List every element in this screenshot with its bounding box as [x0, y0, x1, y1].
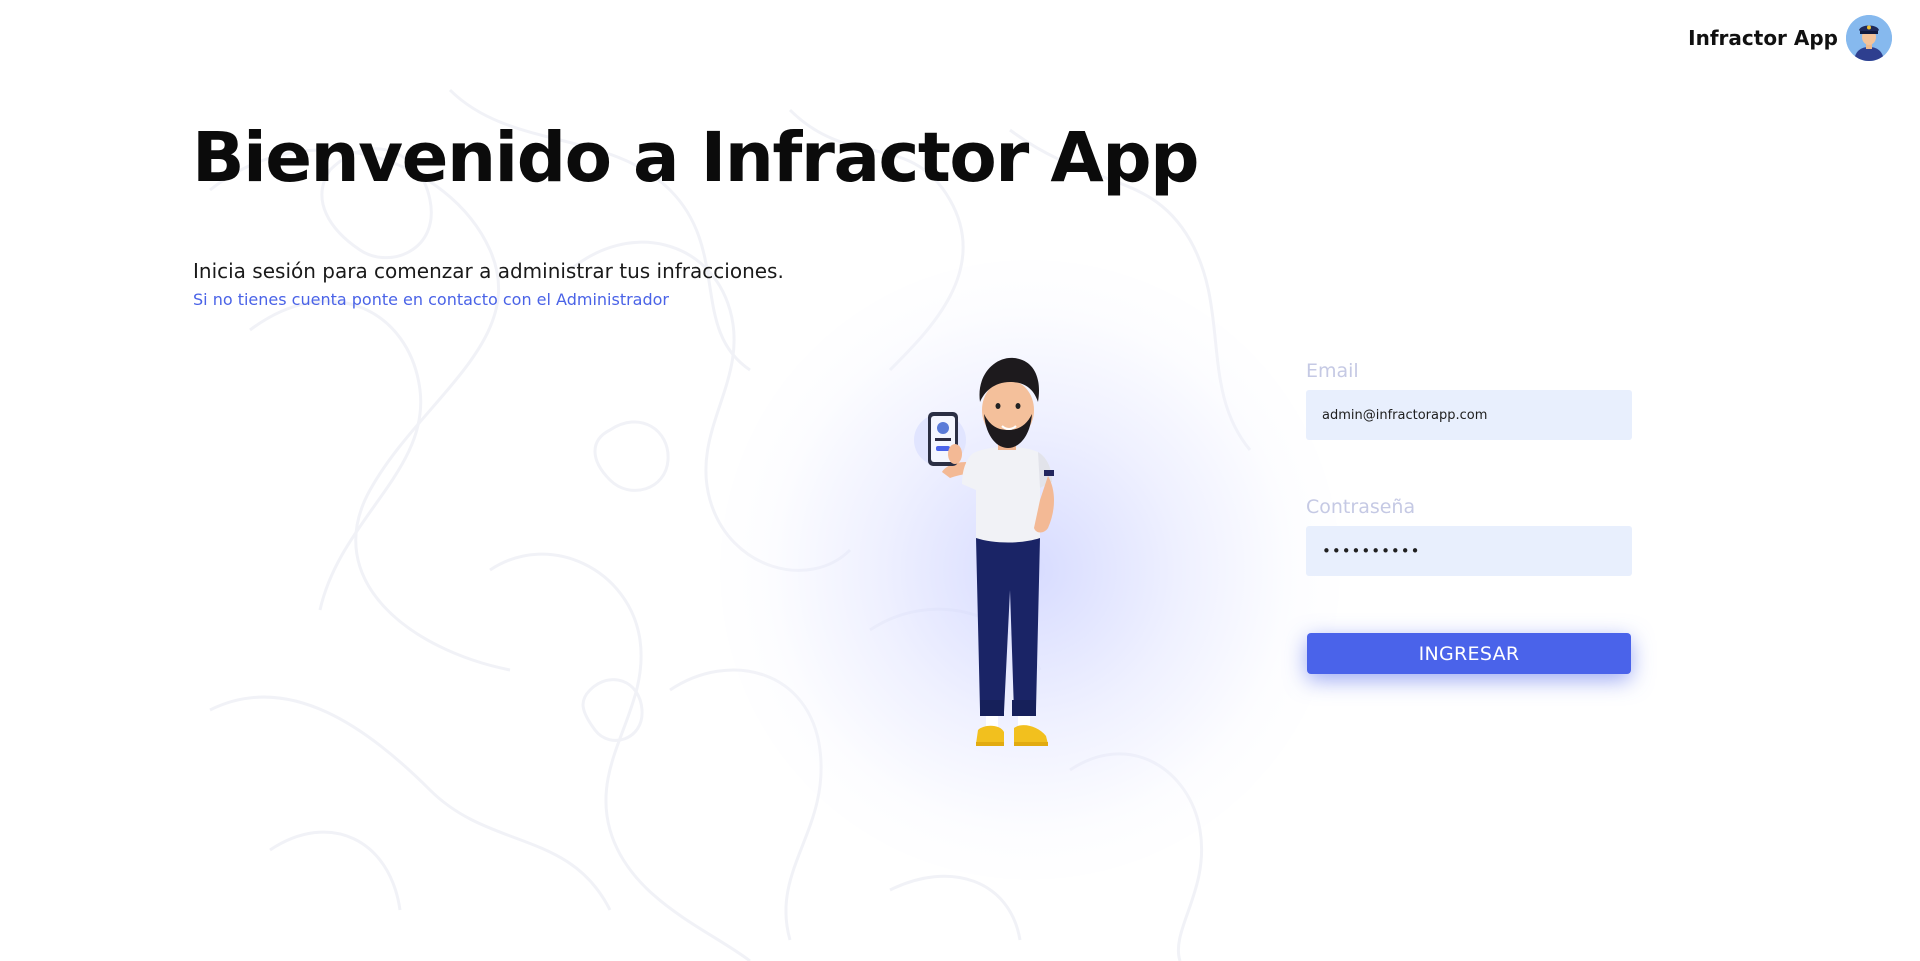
login-submit-button[interactable]: INGRESAR — [1307, 633, 1631, 674]
page-subtitle: Inicia sesión para comenzar a administra… — [193, 259, 784, 283]
login-form: Email Contraseña INGRESAR — [1306, 360, 1632, 674]
man-holding-phone-illustration — [914, 357, 1054, 746]
password-field-group: Contraseña — [1306, 496, 1632, 576]
password-label: Contraseña — [1306, 496, 1416, 518]
password-input[interactable] — [1306, 526, 1632, 576]
email-input[interactable] — [1306, 390, 1632, 440]
login-page: Infractor App Bienvenido a Infractor App… — [0, 0, 1920, 961]
police-officer-avatar-icon[interactable] — [1846, 15, 1892, 61]
page-title: Bienvenido a Infractor App — [192, 118, 1200, 198]
email-field-group: Email — [1306, 360, 1632, 440]
header-brand[interactable]: Infractor App — [1688, 15, 1892, 61]
brand-name: Infractor App — [1688, 26, 1838, 50]
email-label: Email — [1306, 360, 1359, 382]
contact-admin-link[interactable]: Si no tienes cuenta ponte en contacto co… — [193, 290, 669, 309]
